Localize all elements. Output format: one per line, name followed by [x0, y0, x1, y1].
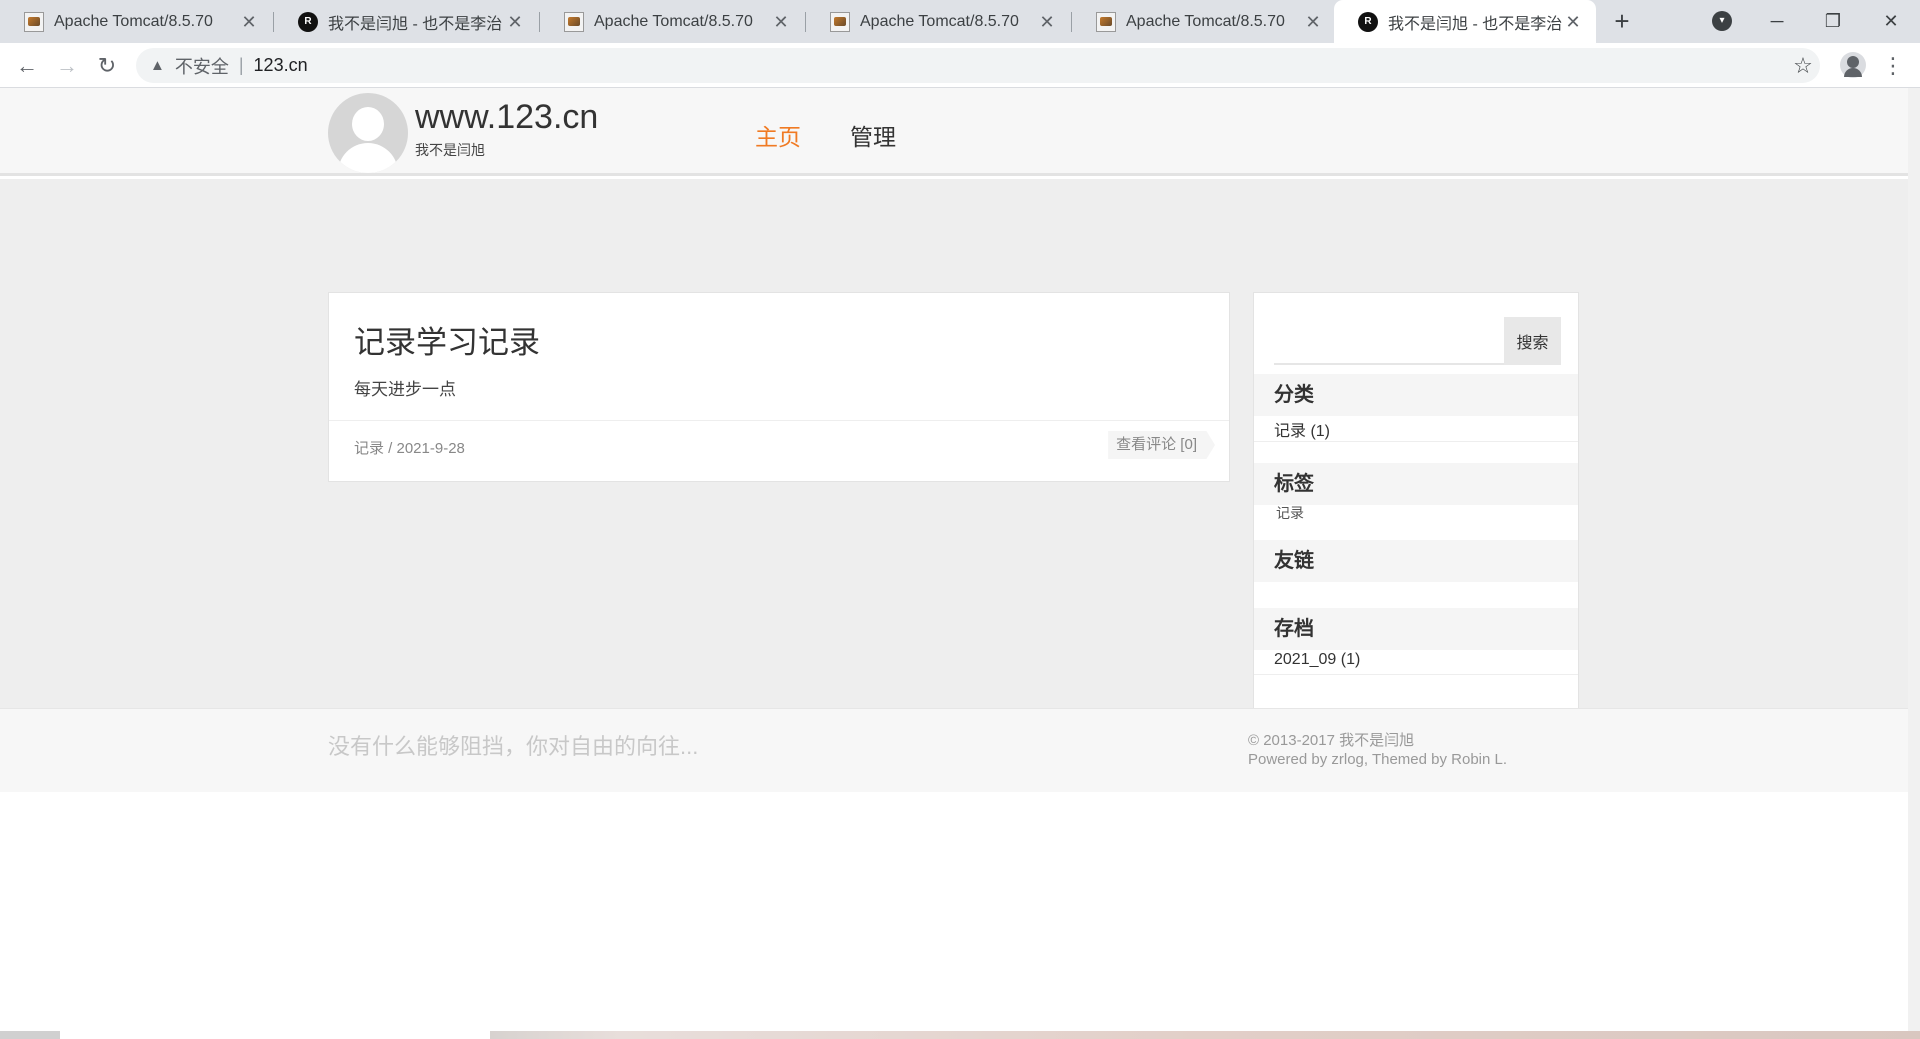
tab-title: Apache Tomcat/8.5.70	[594, 12, 753, 30]
close-tab-icon[interactable]: ✕	[1564, 13, 1582, 31]
browser-tab[interactable]: Apache Tomcat/8.5.70 ✕	[1072, 0, 1336, 43]
avatar-body-shape	[338, 143, 398, 173]
security-label[interactable]: 不安全	[175, 53, 229, 79]
site-subtitle: 我不是闫旭	[415, 142, 485, 158]
post-excerpt: 每天进步一点	[354, 380, 456, 399]
tab-title: Apache Tomcat/8.5.70	[1126, 12, 1285, 30]
tomcat-favicon-icon	[564, 11, 584, 32]
tomcat-favicon-icon	[24, 11, 44, 32]
close-tab-icon[interactable]: ✕	[772, 13, 790, 31]
browser-tab-active[interactable]: R 我不是闫旭 - 也不是李治 ✕	[1334, 0, 1596, 43]
site-favicon-icon: R	[298, 11, 318, 32]
tab-title: 我不是闫旭 - 也不是李治	[1388, 15, 1563, 33]
bookmark-star-icon[interactable]: ☆	[1788, 51, 1818, 81]
avatar-head-shape	[352, 107, 384, 141]
tomcat-favicon-icon	[1096, 11, 1116, 32]
view-comments-link[interactable]: 查看评论 [0]	[1108, 431, 1215, 459]
tomcat-favicon-icon	[830, 11, 850, 32]
browser-tab[interactable]: Apache Tomcat/8.5.70 ✕	[0, 0, 272, 43]
address-bar[interactable]: ▲ 不安全 | 123.cn	[136, 48, 1820, 83]
site-header: www.123.cn 我不是闫旭 主页 管理	[0, 88, 1908, 176]
post-divider	[329, 420, 1229, 421]
links-heading: 友链	[1254, 540, 1578, 582]
post-meta: 记录 / 2021-9-28	[354, 440, 465, 457]
footer-copyright: © 2013-2017 我不是闫旭	[1248, 732, 1415, 749]
tab-search-icon[interactable]: ▾	[1712, 11, 1732, 31]
main-content-area: 记录学习记录 每天进步一点 记录 / 2021-9-28 查看评论 [0] 搜索…	[0, 179, 1908, 773]
tab-title: Apache Tomcat/8.5.70	[860, 12, 1019, 30]
vertical-scrollbar[interactable]	[1908, 88, 1920, 1031]
nav-admin-link[interactable]: 管理	[850, 118, 896, 152]
browser-tab[interactable]: R 我不是闫旭 - 也不是李治 ✕	[274, 0, 538, 43]
browser-toolbar: ← → ↻ ▲ 不安全 | 123.cn ☆ ⋮	[0, 43, 1920, 88]
back-arrow-icon[interactable]: ←	[12, 51, 42, 81]
nav-home-link[interactable]: 主页	[755, 118, 801, 152]
window-close-icon[interactable]: ✕	[1876, 6, 1906, 36]
site-footer: 没有什么能够阻挡，你对自由的向往... © 2013-2017 我不是闫旭 Po…	[0, 708, 1908, 792]
categories-heading: 分类	[1254, 374, 1578, 416]
page-viewport: www.123.cn 我不是闫旭 主页 管理 记录学习记录 每天进步一点 记录 …	[0, 88, 1908, 1031]
warning-triangle-icon[interactable]: ▲	[150, 57, 165, 74]
browser-tab[interactable]: Apache Tomcat/8.5.70 ✕	[806, 0, 1070, 43]
tag-link[interactable]: 记录	[1276, 503, 1304, 523]
archive-link[interactable]: 2021_09 (1)	[1274, 651, 1360, 669]
site-favicon-icon: R	[1358, 11, 1378, 32]
site-title[interactable]: www.123.cn	[415, 98, 598, 137]
tab-title: 我不是闫旭 - 也不是李治	[328, 15, 503, 33]
search-input[interactable]	[1274, 317, 1504, 365]
restore-icon[interactable]: ❐	[1818, 6, 1848, 36]
url-text[interactable]: 123.cn	[254, 55, 308, 76]
widget-divider	[1254, 441, 1578, 442]
minimize-icon[interactable]: ─	[1762, 6, 1792, 36]
post-title-link[interactable]: 记录学习记录	[354, 317, 540, 362]
close-tab-icon[interactable]: ✕	[506, 13, 524, 31]
tags-heading: 标签	[1254, 463, 1578, 505]
archive-heading: 存档	[1254, 608, 1578, 650]
tab-title: Apache Tomcat/8.5.70	[54, 12, 213, 30]
post-card: 记录学习记录 每天进步一点 记录 / 2021-9-28 查看评论 [0]	[328, 292, 1230, 482]
widget-divider	[1254, 674, 1578, 675]
search-button[interactable]: 搜索	[1504, 317, 1561, 365]
forward-arrow-icon[interactable]: →	[52, 51, 82, 81]
avatar[interactable]	[328, 93, 408, 173]
close-tab-icon[interactable]: ✕	[240, 13, 258, 31]
sidebar: 搜索 分类 记录 (1) 标签 记录 友链 存档 2021_09 (1)	[1253, 292, 1579, 773]
close-tab-icon[interactable]: ✕	[1038, 13, 1056, 31]
desktop-taskbar-strip	[0, 1031, 1920, 1039]
category-link[interactable]: 记录 (1)	[1274, 417, 1330, 441]
browser-tab[interactable]: Apache Tomcat/8.5.70 ✕	[540, 0, 804, 43]
browser-menu-icon[interactable]: ⋮	[1878, 51, 1908, 81]
reload-icon[interactable]: ↻	[92, 51, 122, 81]
profile-avatar-icon[interactable]	[1840, 52, 1866, 78]
footer-motto: 没有什么能够阻挡，你对自由的向往...	[328, 734, 699, 759]
browser-tab-bar: Apache Tomcat/8.5.70 ✕ R 我不是闫旭 - 也不是李治 ✕…	[0, 0, 1920, 43]
footer-powered-by: Powered by zrlog, Themed by Robin L.	[1248, 751, 1508, 768]
new-tab-icon[interactable]: +	[1608, 8, 1636, 36]
address-separator: |	[238, 55, 244, 75]
close-tab-icon[interactable]: ✕	[1304, 13, 1322, 31]
